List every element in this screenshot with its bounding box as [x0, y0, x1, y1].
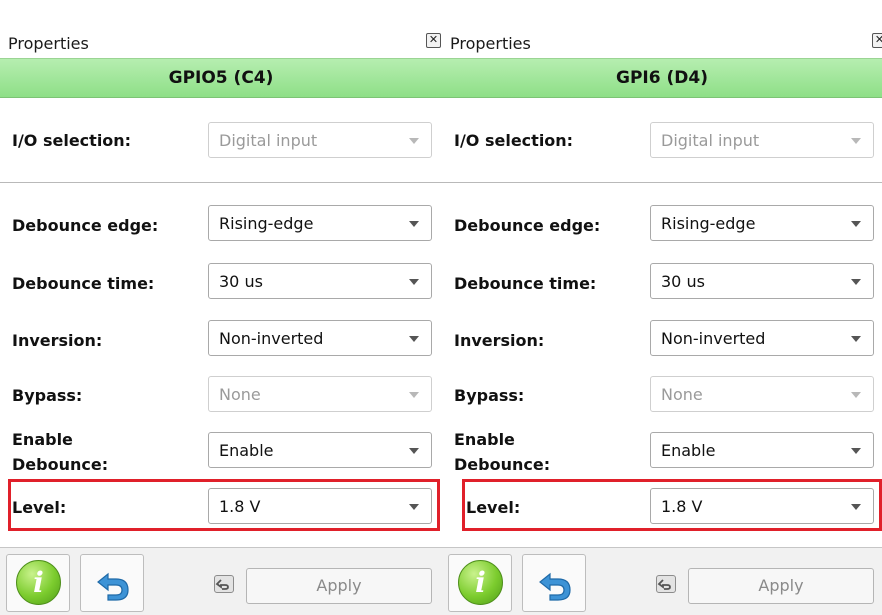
panel-footer: i Apply	[442, 547, 882, 615]
inversion-label: Inversion:	[12, 331, 103, 350]
debounce-edge-value: Rising-edge	[661, 214, 756, 233]
debounce-time-label: Debounce time:	[12, 274, 155, 293]
inversion-dropdown[interactable]: Non-inverted	[650, 320, 874, 356]
enable-debounce-label-line2: Debounce:	[12, 455, 109, 474]
inversion-dropdown[interactable]: Non-inverted	[208, 320, 432, 356]
enable-debounce-label-line2: Debounce:	[454, 455, 551, 474]
enable-debounce-dropdown[interactable]: Enable	[208, 432, 432, 468]
chevron-down-icon	[409, 279, 419, 285]
chevron-down-icon	[851, 138, 861, 144]
chevron-down-icon	[851, 504, 861, 510]
io-selection-dropdown[interactable]: Digital input	[208, 122, 432, 158]
pin-title: GPI6 (D4)	[616, 68, 708, 88]
section-divider	[442, 182, 882, 183]
debounce-time-value: 30 us	[661, 272, 705, 291]
level-dropdown[interactable]: 1.8 V	[208, 488, 432, 524]
bypass-dropdown[interactable]: None	[208, 376, 432, 412]
chevron-down-icon	[409, 392, 419, 398]
debounce-time-dropdown[interactable]: 30 us	[650, 263, 874, 299]
inversion-label: Inversion:	[454, 331, 545, 350]
apply-button[interactable]: Apply	[688, 568, 874, 604]
undo-button[interactable]	[80, 554, 144, 612]
chevron-down-icon	[851, 392, 861, 398]
chevron-down-icon	[409, 336, 419, 342]
enable-debounce-label-line1: Enable	[12, 430, 73, 449]
debounce-edge-dropdown[interactable]: Rising-edge	[650, 205, 874, 241]
chevron-down-icon	[409, 138, 419, 144]
io-selection-dropdown[interactable]: Digital input	[650, 122, 874, 158]
enable-debounce-value: Enable	[661, 441, 716, 460]
info-icon: i	[458, 560, 503, 605]
chevron-down-icon	[851, 221, 861, 227]
info-button[interactable]: i	[6, 554, 70, 612]
properties-panel-gpi6: Properties ✕ GPI6 (D4) I/O selection: Di…	[442, 0, 882, 615]
enable-debounce-value: Enable	[219, 441, 274, 460]
revert-small-icon[interactable]	[656, 575, 676, 593]
panel-header-title: Properties	[450, 34, 531, 53]
bypass-value: None	[661, 385, 703, 404]
undo-arrow-icon	[97, 572, 129, 601]
inversion-value: Non-inverted	[219, 329, 324, 348]
io-selection-label: I/O selection:	[12, 131, 132, 150]
bypass-label: Bypass:	[454, 386, 525, 405]
level-label: Level:	[12, 498, 67, 517]
panel-header-title: Properties	[8, 34, 89, 53]
close-icon[interactable]: ✕	[426, 33, 441, 48]
bypass-value: None	[219, 385, 261, 404]
apply-button[interactable]: Apply	[246, 568, 432, 604]
chevron-down-icon	[409, 448, 419, 454]
chevron-down-icon	[851, 279, 861, 285]
debounce-edge-label: Debounce edge:	[12, 216, 159, 235]
inversion-value: Non-inverted	[661, 329, 766, 348]
debounce-edge-value: Rising-edge	[219, 214, 314, 233]
revert-small-icon[interactable]	[214, 575, 234, 593]
close-icon[interactable]: ✕	[872, 33, 882, 48]
debounce-time-value: 30 us	[219, 272, 263, 291]
undo-arrow-icon	[539, 572, 571, 601]
io-selection-value: Digital input	[219, 131, 318, 150]
level-value: 1.8 V	[219, 497, 261, 516]
level-label: Level:	[466, 498, 521, 517]
chevron-down-icon	[851, 336, 861, 342]
enable-debounce-dropdown[interactable]: Enable	[650, 432, 874, 468]
chevron-down-icon	[851, 448, 861, 454]
bypass-label: Bypass:	[12, 386, 83, 405]
pin-title-bar: GPIO5 (C4)	[0, 58, 442, 98]
section-divider	[0, 182, 442, 183]
panel-header: Properties ✕	[442, 0, 882, 58]
info-icon: i	[16, 560, 61, 605]
chevron-down-icon	[409, 221, 419, 227]
pin-title-bar: GPI6 (D4)	[442, 58, 882, 98]
level-dropdown[interactable]: 1.8 V	[650, 488, 874, 524]
chevron-down-icon	[409, 504, 419, 510]
panel-header: Properties ✕	[0, 0, 442, 58]
undo-button[interactable]	[522, 554, 586, 612]
debounce-edge-dropdown[interactable]: Rising-edge	[208, 205, 432, 241]
bypass-dropdown[interactable]: None	[650, 376, 874, 412]
properties-panel-gpio5: Properties ✕ GPIO5 (C4) I/O selection: D…	[0, 0, 442, 615]
enable-debounce-label-line1: Enable	[454, 430, 515, 449]
info-button[interactable]: i	[448, 554, 512, 612]
panel-footer: i Apply	[0, 547, 442, 615]
io-selection-value: Digital input	[661, 131, 760, 150]
debounce-time-label: Debounce time:	[454, 274, 597, 293]
level-value: 1.8 V	[661, 497, 703, 516]
debounce-time-dropdown[interactable]: 30 us	[208, 263, 432, 299]
pin-title: GPIO5 (C4)	[168, 68, 274, 88]
io-selection-label: I/O selection:	[454, 131, 574, 150]
debounce-edge-label: Debounce edge:	[454, 216, 601, 235]
